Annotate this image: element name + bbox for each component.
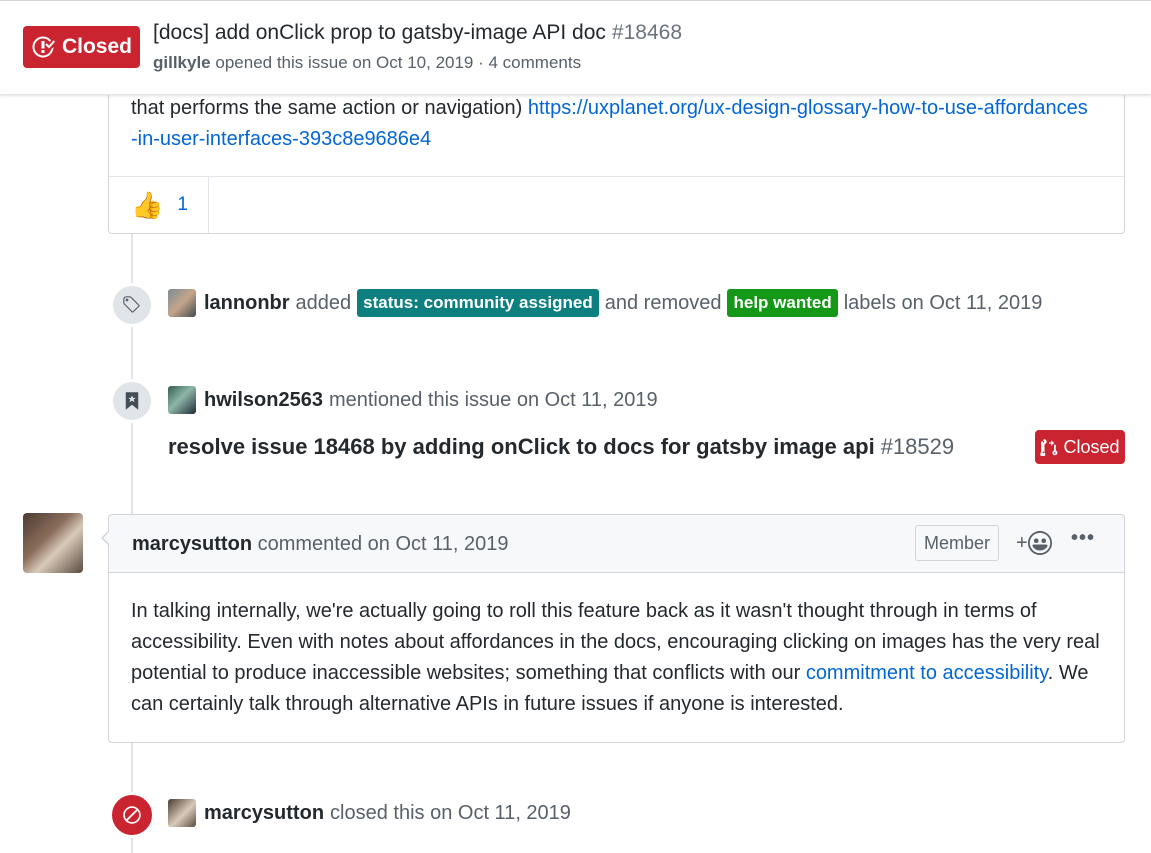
comment: marcysutton commented on Oct 11, 2019 Me… — [101, 514, 1125, 743]
thumbs-up-reaction[interactable]: 👍 1 — [109, 177, 209, 233]
commitment-to-accessibility-link[interactable]: commitment to accessibility — [806, 662, 1048, 684]
label-event-badge — [110, 283, 154, 327]
label-status-community-assigned[interactable]: status: community assigned — [357, 289, 599, 317]
sticky-issue-header: Closed [docs] add onClick prop to gatsby… — [0, 0, 1151, 95]
avatar[interactable] — [168, 289, 196, 317]
close-event-badge — [109, 792, 155, 838]
mention-event-badge — [110, 379, 154, 423]
mention-event: hwilson2563 mentioned this issue on Oct … — [168, 386, 658, 414]
member-badge: Member — [915, 525, 999, 561]
referenced-pr-state-badge: Closed — [1035, 430, 1125, 464]
issue-author-link[interactable]: gillkyle — [153, 53, 211, 72]
referenced-pr-link[interactable]: resolve issue 18468 by adding onClick to… — [168, 434, 875, 459]
smiley-icon — [1027, 531, 1052, 555]
thumbs-up-icon: 👍 — [131, 190, 164, 220]
reaction-count: 1 — [177, 194, 188, 215]
issue-state-label: Closed — [61, 35, 132, 58]
issue-closed-icon — [32, 36, 55, 58]
label-event: lannonbr added status: community assigne… — [168, 289, 1042, 317]
commenter-avatar[interactable] — [23, 513, 83, 573]
issue-number: #18468 — [611, 21, 682, 44]
label-event-actor[interactable]: lannonbr — [204, 292, 290, 315]
bookmark-icon — [125, 392, 139, 410]
close-event-actor[interactable]: marcysutton — [204, 802, 324, 825]
label-help-wanted[interactable]: help wanted — [727, 289, 838, 317]
issue-meta: gillkyle opened this issue on Oct 10, 20… — [153, 53, 582, 72]
issue-title: [docs] add onClick prop to gatsby-image … — [153, 21, 682, 44]
comment-meta[interactable]: commented on Oct 11, 2019 — [258, 533, 509, 555]
pull-request-closed-icon — [1040, 439, 1058, 456]
issue-state-badge: Closed — [23, 26, 140, 68]
tag-icon — [123, 296, 140, 313]
close-event: marcysutton closed this on Oct 11, 2019 — [168, 799, 571, 827]
mention-event-actor[interactable]: hwilson2563 — [204, 389, 323, 412]
circle-slash-icon — [123, 806, 141, 824]
referenced-pr-number: #18529 — [880, 434, 955, 459]
comment-author-link[interactable]: marcysutton — [132, 533, 252, 555]
previous-comment-body: that performs the same action or navigat… — [131, 97, 1088, 150]
comment-header: marcysutton commented on Oct 11, 2019 Me… — [109, 515, 1124, 573]
avatar[interactable] — [168, 386, 196, 414]
add-reaction-button[interactable]: + — [1016, 531, 1052, 555]
more-options-button[interactable]: ••• — [1071, 527, 1095, 550]
referenced-pr: resolve issue 18468 by adding onClick to… — [168, 434, 954, 460]
avatar[interactable] — [168, 799, 196, 827]
comment-body: In talking internally, we're actually go… — [131, 600, 1100, 715]
reactions-bar: 👍 1 — [109, 176, 1124, 233]
